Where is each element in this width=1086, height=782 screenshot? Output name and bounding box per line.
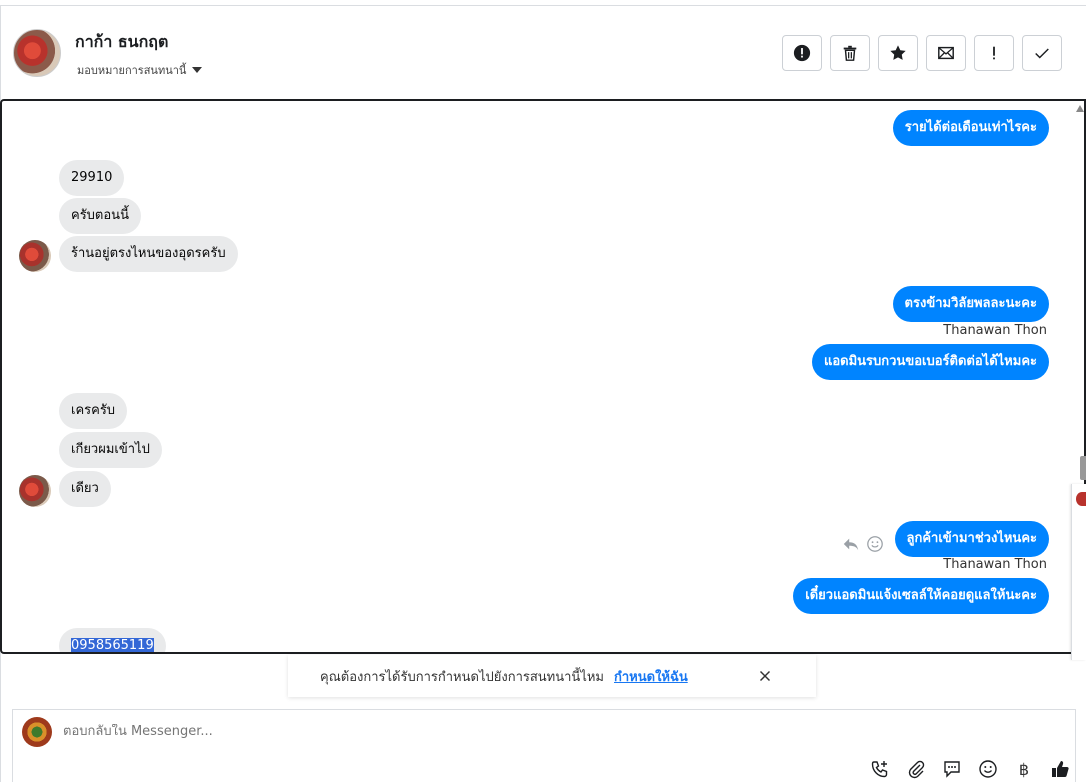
outgoing-message[interactable]: แอดมินรบกวนขอเบอร์ติดต่อได้ไหมคะ bbox=[811, 344, 1049, 380]
scrollbar-thumb[interactable] bbox=[1080, 456, 1086, 480]
check-icon bbox=[1035, 48, 1049, 59]
incoming-message[interactable]: เครครับ bbox=[59, 393, 128, 429]
contact-avatar[interactable] bbox=[13, 29, 61, 77]
paperclip-icon[interactable] bbox=[905, 758, 927, 780]
mark-unread-button[interactable] bbox=[926, 35, 966, 71]
outgoing-message[interactable]: ลูกค้าเข้ามาช่วงไหนคะ bbox=[894, 521, 1049, 557]
selected-phone-number[interactable]: 0958565119 bbox=[71, 638, 154, 652]
conversation-toolbar bbox=[782, 35, 1062, 71]
thumbs-up-icon[interactable] bbox=[1049, 758, 1071, 780]
alert-circle-icon bbox=[793, 44, 811, 62]
incoming-message-phone[interactable]: 0958565119 bbox=[59, 628, 166, 652]
trash-icon bbox=[843, 45, 857, 61]
sender-name: Thanawan Thon bbox=[943, 323, 1047, 338]
report-button[interactable] bbox=[782, 35, 822, 71]
outgoing-message[interactable]: เดี๋ยวแอดมินแจ้งเซลล์ให้คอยดูแลให้นะคะ bbox=[793, 578, 1049, 614]
star-icon bbox=[890, 45, 906, 60]
exclamation-icon bbox=[993, 46, 995, 60]
message-actions bbox=[842, 535, 884, 553]
outgoing-message[interactable]: ตรงข้ามวิลัยพลละนะคะ bbox=[892, 286, 1049, 322]
incoming-message[interactable]: 29910 bbox=[59, 160, 125, 196]
assign-label: มอบหมายการสนทนานี้ bbox=[77, 64, 187, 77]
side-panel-avatar[interactable] bbox=[1076, 492, 1086, 506]
contact-name[interactable]: กาก้า ธนกฤต bbox=[75, 30, 168, 55]
composer-toolbar: ฿ bbox=[869, 758, 1071, 780]
call-add-icon[interactable] bbox=[869, 758, 891, 780]
done-button[interactable] bbox=[1022, 35, 1062, 71]
incoming-message[interactable]: เดียว bbox=[59, 471, 111, 507]
emoji-icon[interactable] bbox=[977, 758, 999, 780]
contact-avatar-small[interactable] bbox=[19, 240, 51, 272]
assign-to-me-link[interactable]: กำหนดให้ฉัน bbox=[614, 666, 688, 687]
reply-input[interactable] bbox=[63, 724, 763, 739]
assign-notice-banner: คุณต้องการได้รับการกำหนดไปยังการสนทนานี้… bbox=[288, 655, 816, 697]
payment-baht-icon[interactable]: ฿ bbox=[1013, 758, 1035, 780]
envelope-icon bbox=[938, 46, 954, 60]
outgoing-message[interactable]: รายได้ต่อเดือนเท่าไรคะ bbox=[892, 110, 1049, 146]
contact-avatar-small[interactable] bbox=[19, 475, 51, 507]
message-composer: ฿ bbox=[12, 709, 1076, 782]
page-avatar bbox=[22, 717, 52, 747]
incoming-message[interactable]: ครับตอนนี้ bbox=[59, 198, 141, 234]
delete-button[interactable] bbox=[830, 35, 870, 71]
reply-arrow-icon[interactable] bbox=[842, 535, 860, 553]
incoming-message[interactable]: เกียวผมเข้าไป bbox=[59, 432, 162, 468]
scroll-up-arrow-icon[interactable] bbox=[1076, 105, 1084, 112]
conversation-header: กาก้า ธนกฤต มอบหมายการสนทนานี้ bbox=[0, 6, 1086, 99]
close-icon[interactable] bbox=[756, 667, 774, 685]
side-panel-edge bbox=[1071, 484, 1086, 660]
smiley-icon[interactable] bbox=[866, 535, 884, 553]
star-button[interactable] bbox=[878, 35, 918, 71]
saved-replies-icon[interactable] bbox=[941, 758, 963, 780]
assign-conversation-dropdown[interactable]: มอบหมายการสนทนานี้ bbox=[77, 61, 203, 79]
sender-name: Thanawan Thon bbox=[943, 557, 1047, 572]
caret-down-icon bbox=[192, 67, 203, 73]
follow-up-button[interactable] bbox=[974, 35, 1014, 71]
incoming-message[interactable]: ร้านอยู่ตรงไหนของอุดรครับ bbox=[59, 236, 238, 272]
message-thread[interactable]: รายได้ต่อเดือนเท่าไรคะ 29910 ครับตอนนี้ … bbox=[0, 99, 1086, 654]
assign-notice-text: คุณต้องการได้รับการกำหนดไปยังการสนทนานี้… bbox=[320, 669, 604, 685]
